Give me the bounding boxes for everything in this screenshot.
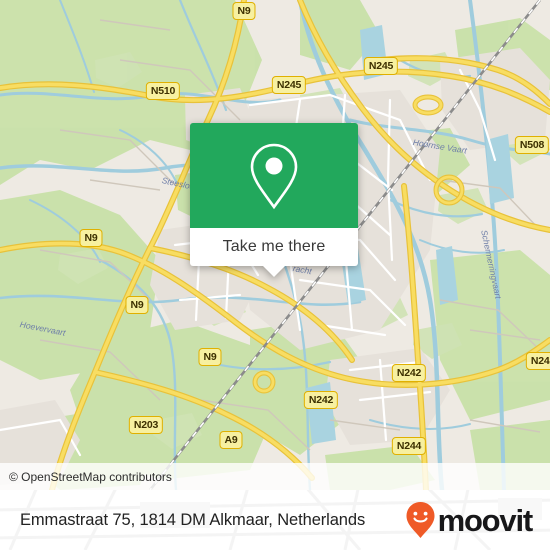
- road-shield: N9: [79, 229, 103, 247]
- road-shield: N508: [514, 136, 550, 154]
- road-shield: N510: [145, 82, 181, 100]
- address-label: Emmastraat 75, 1814 DM Alkmaar, Netherla…: [20, 510, 366, 529]
- moovit-wordmark: moovit: [437, 502, 534, 538]
- osm-attribution-text[interactable]: © OpenStreetMap contributors: [0, 470, 172, 484]
- road-shield: N242: [303, 391, 339, 409]
- road-shield: N9: [198, 348, 222, 366]
- road-shield: N245: [271, 76, 307, 94]
- map-canvas[interactable]: N9 N245 N245 N510 N508 N9 N9 N9 N242 N24…: [0, 0, 550, 490]
- callout-footer[interactable]: Take me there: [190, 228, 358, 277]
- moovit-map-screenshot: N9 N245 N245 N510 N508 N9 N9 N9 N242 N24…: [0, 0, 550, 550]
- road-shield: N244: [391, 437, 427, 455]
- map-attribution-bar: © OpenStreetMap contributors: [0, 463, 550, 490]
- road-shield: N242: [525, 352, 550, 370]
- footer-bar: Emmastraat 75, 1814 DM Alkmaar, Netherla…: [0, 490, 550, 550]
- moovit-logo[interactable]: moovit: [404, 500, 534, 540]
- callout-pointer: [263, 266, 285, 277]
- location-callout-card[interactable]: Take me there: [190, 123, 358, 277]
- footer-content: Emmastraat 75, 1814 DM Alkmaar, Netherla…: [0, 490, 550, 550]
- road-shield: N9: [232, 2, 256, 20]
- road-shield: N203: [128, 416, 164, 434]
- road-shield: A9: [219, 431, 243, 449]
- take-me-there-label: Take me there: [222, 238, 326, 255]
- road-shield: N9: [125, 296, 149, 314]
- road-shield: N242: [391, 364, 427, 382]
- road-shield: N245: [363, 57, 399, 75]
- map-pin-icon: [250, 143, 298, 209]
- moovit-pin-icon: [406, 502, 435, 538]
- callout-header: [190, 123, 358, 228]
